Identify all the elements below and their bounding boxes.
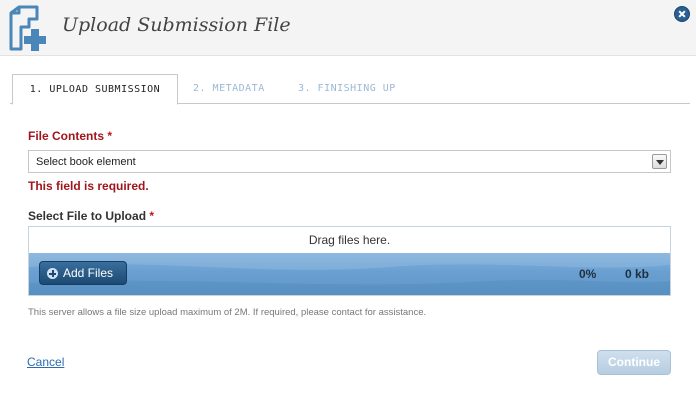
- drop-zone[interactable]: Drag files here.: [29, 227, 670, 253]
- add-files-label: Add Files: [63, 266, 114, 280]
- file-contents-label: File Contents *: [28, 129, 112, 143]
- file-contents-label-text: File Contents: [28, 129, 105, 143]
- required-marker: *: [149, 209, 155, 223]
- tab-finishing-up[interactable]: 3. FINISHING UP: [298, 74, 396, 104]
- modal-header: Upload Submission File: [0, 0, 696, 56]
- chevron-down-icon[interactable]: [652, 154, 667, 169]
- tab-metadata[interactable]: 2. METADATA: [193, 74, 265, 104]
- close-icon[interactable]: [674, 6, 690, 22]
- modal-title: Upload Submission File: [62, 14, 291, 36]
- continue-button[interactable]: Continue: [597, 350, 671, 375]
- plus-circle-icon: [47, 268, 58, 279]
- upload-size-note: This server allows a file size upload ma…: [28, 307, 427, 318]
- cancel-link[interactable]: Cancel: [27, 355, 64, 369]
- file-contents-select-value: Select book element: [36, 156, 136, 168]
- upload-size: 0 kb: [625, 267, 650, 281]
- tab-upload-submission[interactable]: 1. UPLOAD SUBMISSION: [12, 74, 178, 105]
- wizard-tabs: 1. UPLOAD SUBMISSION 2. METADATA 3. FINI…: [10, 74, 690, 105]
- error-message: This field is required.: [28, 179, 149, 193]
- upload-percent: 0%: [579, 267, 597, 281]
- file-contents-select[interactable]: Select book element: [28, 150, 671, 173]
- select-file-label: Select File to Upload *: [28, 209, 154, 223]
- select-file-label-text: Select File to Upload: [28, 209, 147, 223]
- file-uploader: Drag files here. Add Files 0% 0 kb: [28, 226, 671, 296]
- add-files-button[interactable]: Add Files: [39, 261, 127, 285]
- required-marker: *: [107, 129, 113, 143]
- document-add-icon: [9, 5, 46, 51]
- upload-progress-bar: Add Files 0% 0 kb: [29, 253, 670, 295]
